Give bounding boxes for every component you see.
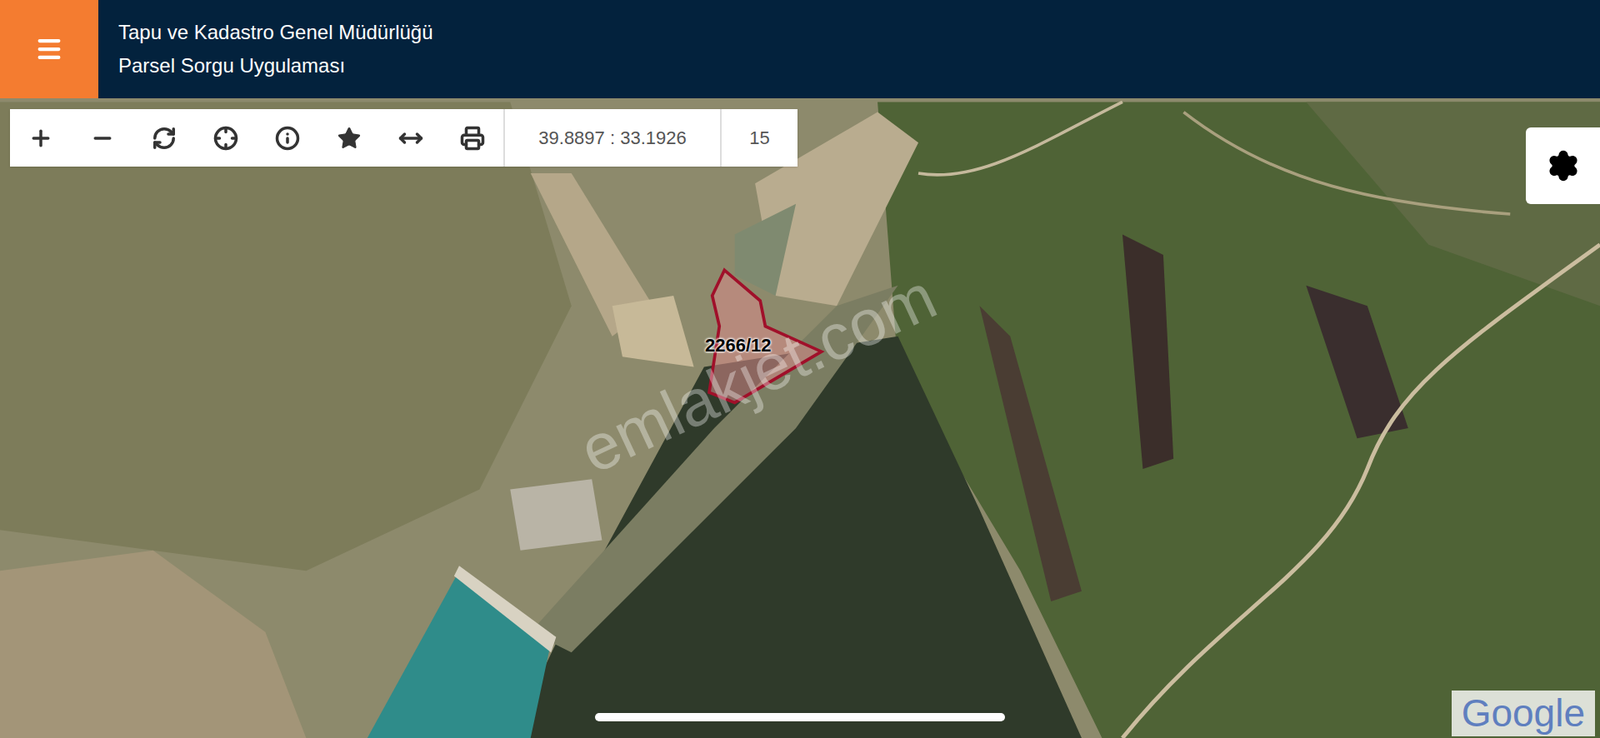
watermark: emlakjet.com: [564, 248, 953, 499]
zoom-out-icon: [90, 125, 115, 151]
settings-button[interactable]: [1525, 127, 1600, 205]
printer-icon: [460, 125, 485, 151]
star-icon: [336, 125, 362, 151]
toolbar-button[interactable]: [441, 109, 504, 167]
refresh-icon: [151, 125, 177, 151]
toolbar-button[interactable]: [380, 109, 442, 167]
header-title: Tapu ve Kadastro Genel Müdürlüğü Parsel S…: [98, 0, 434, 99]
header-title-line: Parsel Sorgu Uygulaması: [118, 54, 434, 78]
google-logo: Google: [1451, 690, 1595, 737]
parcel-label[interactable]: 2266/12: [705, 331, 772, 360]
toolbar-button[interactable]: [318, 109, 380, 167]
menu-icon: [35, 35, 64, 64]
coordinates-display: 39.8897 : 33.1926: [503, 109, 720, 167]
home-indicator: [595, 713, 1005, 722]
zoom-in-icon: [28, 125, 54, 151]
toolbar-button[interactable]: [195, 109, 257, 167]
header: Tapu ve Kadastro Genel Müdürlüğü Parsel S…: [0, 0, 1600, 99]
toolbar: 39.8897 : 33.192615: [10, 109, 798, 167]
header-title-line: Tapu ve Kadastro Genel Müdürlüğü: [118, 20, 434, 45]
app: emlakjet.com2266/12 Tapu ve Kadastro Gene…: [0, 0, 1600, 738]
locate-icon: [213, 125, 239, 151]
toolbar-button[interactable]: [71, 109, 134, 167]
gear-icon: [1546, 149, 1580, 183]
measure-icon: [398, 125, 424, 151]
toolbar-button[interactable]: [10, 109, 72, 167]
toolbar-button[interactable]: [133, 109, 195, 167]
menu-button[interactable]: [0, 0, 99, 99]
info-icon: [275, 125, 300, 151]
toolbar-button[interactable]: [256, 109, 319, 167]
zoom-level: 15: [720, 109, 798, 167]
